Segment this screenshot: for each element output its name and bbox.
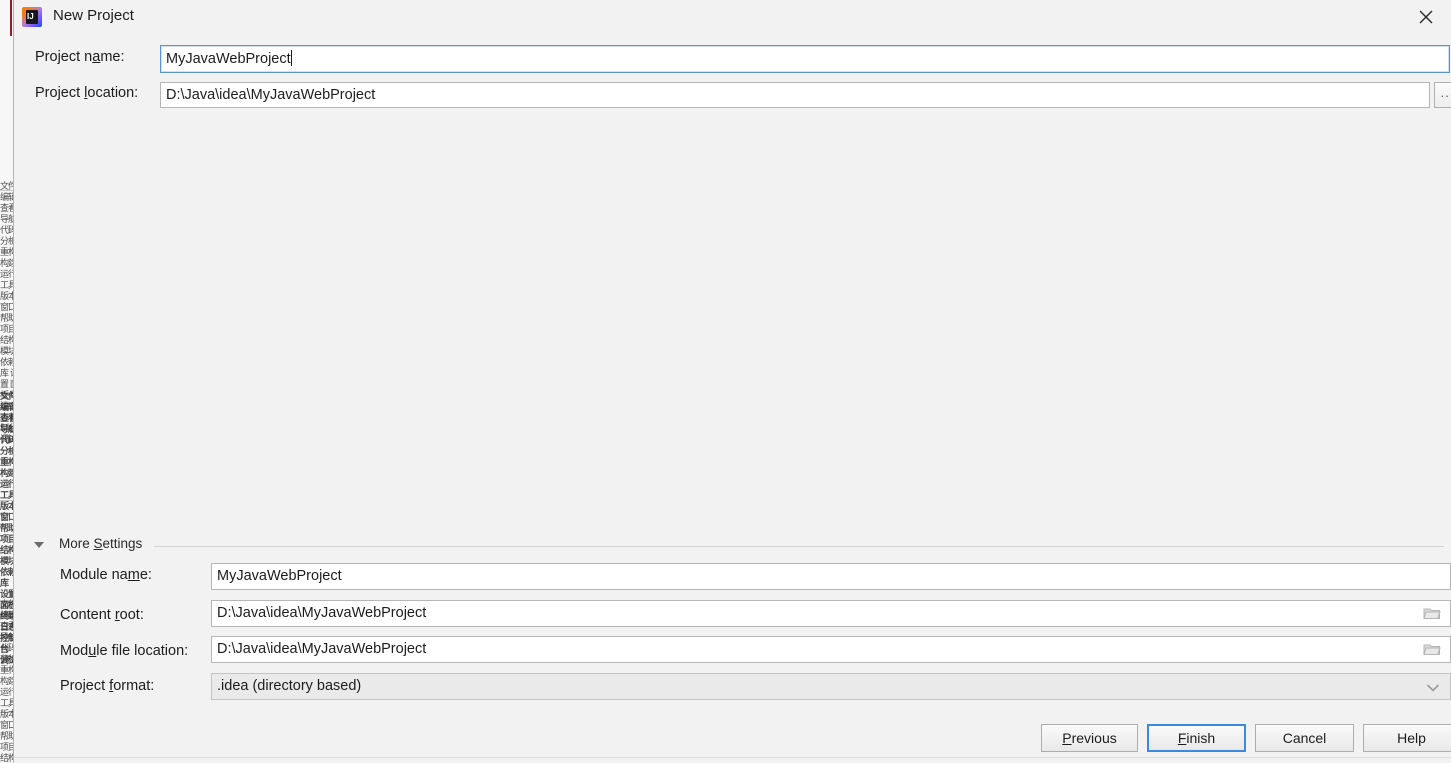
- module-file-location-input[interactable]: D:\Java\idea\MyJavaWebProject: [211, 636, 1451, 663]
- triangle-down-icon: [34, 542, 44, 548]
- more-settings-label-suffix: ettings: [102, 536, 143, 551]
- module-name-label-text: Module na: [60, 567, 128, 583]
- project-format-label: Project format:: [60, 678, 154, 694]
- content-root-label-text: Content: [60, 607, 115, 623]
- project-location-label-text: Project: [35, 85, 85, 101]
- content-root-input[interactable]: D:\Java\idea\MyJavaWebProject: [211, 600, 1451, 627]
- cancel-button[interactable]: Cancel: [1255, 724, 1354, 752]
- project-format-label-suffix: ormat:: [113, 678, 155, 694]
- chevron-down-icon[interactable]: [1426, 681, 1440, 692]
- project-name-label-suffix: me:: [100, 49, 125, 65]
- module-file-location-label: Module file location:: [60, 643, 188, 659]
- project-location-browse-button[interactable]: ...: [1434, 82, 1451, 108]
- finish-button[interactable]: Finish: [1147, 724, 1246, 752]
- module-name-label: Module name:: [60, 567, 152, 583]
- module-name-label-suffix: e:: [139, 567, 152, 583]
- module-file-location-label-text: Mod: [60, 643, 89, 659]
- project-name-label-text: Project n: [35, 49, 93, 65]
- close-button[interactable]: [1405, 0, 1447, 34]
- project-name-input[interactable]: MyJavaWebProject: [160, 45, 1450, 73]
- module-name-input[interactable]: MyJavaWebProject: [211, 563, 1451, 590]
- background-red-marker: [10, 0, 12, 36]
- dialog-title: New Project: [53, 7, 134, 24]
- help-button[interactable]: Help: [1363, 724, 1451, 752]
- more-settings-label: More Settings: [59, 536, 142, 551]
- finish-button-label: inish: [1186, 730, 1216, 746]
- text-caret: [290, 50, 292, 66]
- project-format-select[interactable]: .idea (directory based): [211, 673, 1451, 700]
- project-format-label-text: Project: [60, 678, 110, 694]
- previous-button-mnemonic: P: [1062, 730, 1072, 746]
- new-project-dialog: New Project Project name: MyJavaWebProje…: [13, 0, 1451, 763]
- more-settings-label-text: More: [59, 536, 94, 551]
- close-icon: [1419, 10, 1433, 24]
- previous-button-label: revious: [1071, 730, 1117, 746]
- module-name-label-mnemonic: m: [127, 567, 140, 583]
- previous-button[interactable]: Previous: [1041, 724, 1138, 752]
- more-settings-label-mnemonic: S: [93, 536, 103, 551]
- intellij-idea-icon: [22, 7, 42, 27]
- content-root-label: Content root:: [60, 607, 144, 623]
- folder-icon[interactable]: [1423, 642, 1441, 656]
- content-root-label-suffix: oot:: [119, 607, 144, 623]
- folder-icon[interactable]: [1423, 606, 1441, 620]
- project-name-label: Project name:: [35, 49, 124, 65]
- module-file-location-label-suffix: le file location:: [96, 643, 189, 659]
- project-location-input[interactable]: D:\Java\idea\MyJavaWebProject: [160, 82, 1430, 108]
- footer-separator: [14, 757, 1451, 758]
- project-name-value: MyJavaWebProject: [166, 51, 291, 67]
- more-settings-separator: [154, 546, 1444, 547]
- project-location-label: Project location:: [35, 85, 138, 101]
- project-location-label-suffix: ocation:: [87, 85, 139, 101]
- dialog-titlebar: New Project: [14, 0, 1451, 35]
